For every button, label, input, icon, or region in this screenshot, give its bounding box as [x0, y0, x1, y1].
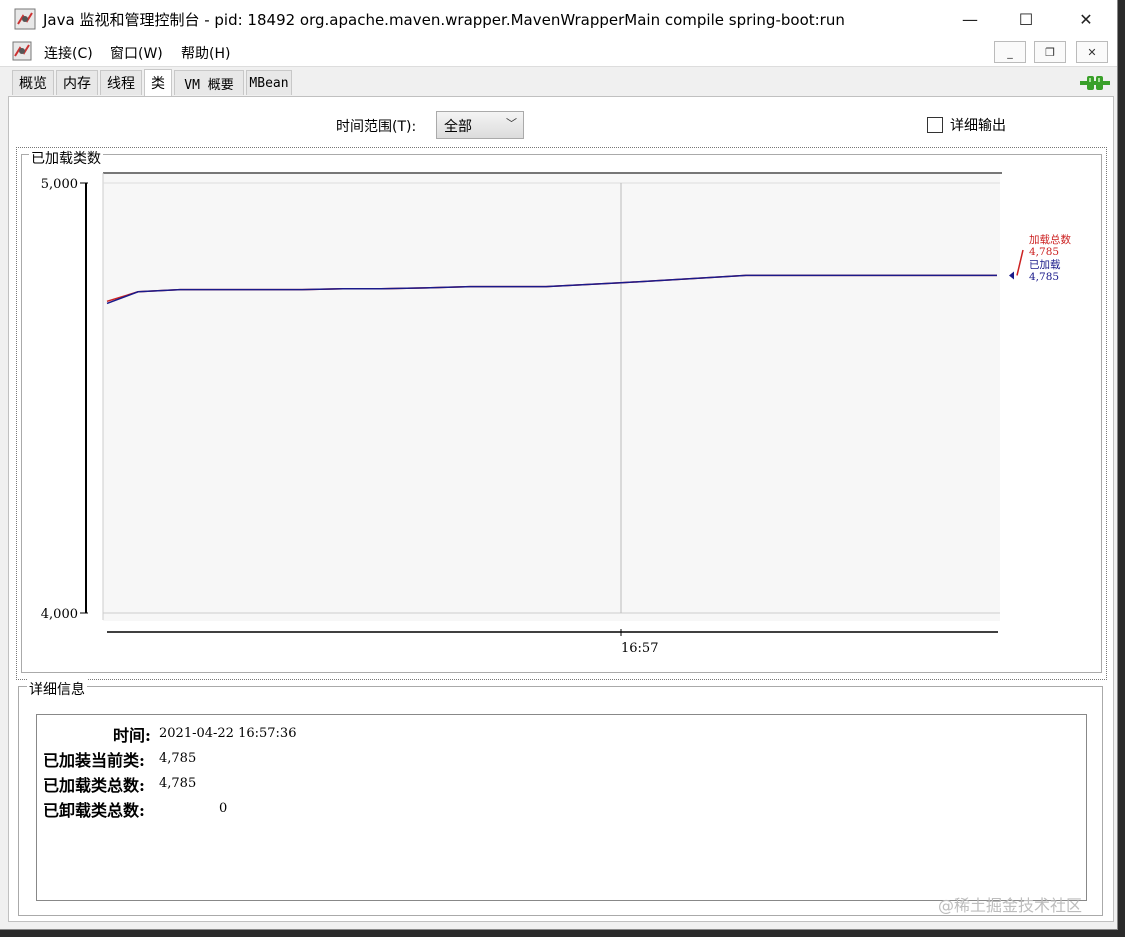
watermark: @稀土掘金技术社区: [938, 896, 1083, 915]
legend-total-loaded-name: 加载总数: [1029, 233, 1071, 246]
legend-loaded-name: 已加载: [1029, 259, 1061, 271]
background-window-bottom: [0, 930, 1125, 937]
detail-value-time: 2021-04-22 16:57:36: [159, 726, 297, 741]
detail-label-current-loaded: 已加装当前类:: [43, 751, 145, 770]
plot-area: [103, 173, 1000, 621]
legend-total-loaded-value: 4,785: [1029, 246, 1059, 258]
loaded-classes-chart: 5,0004,00016:57加载总数4,785已加载4,785: [41, 172, 1071, 656]
background-window-right: [1118, 0, 1125, 937]
legend-loaded-value: 4,785: [1029, 271, 1059, 283]
y-tick-label-min: 4,000: [41, 607, 78, 622]
detail-value-total-unloaded: 0: [219, 801, 228, 816]
x-tick-label: 16:57: [621, 641, 658, 656]
y-tick-label-max: 5,000: [41, 177, 78, 192]
details-title: 详细信息: [27, 679, 87, 699]
detail-label-time: 时间:: [113, 726, 151, 745]
jconsole-window: Java 监视和管理控制台 - pid: 18492 org.apache.ma…: [0, 0, 1118, 930]
details-box: [36, 714, 1087, 901]
detail-value-total-loaded: 4,785: [159, 776, 197, 791]
detail-label-total-loaded: 已加载类总数:: [43, 776, 145, 795]
detail-label-total-unloaded: 已卸载类总数:: [43, 801, 145, 820]
detail-value-current-loaded: 4,785: [159, 751, 197, 766]
current-value-marker: [1009, 271, 1014, 280]
legend-leader-total: [1016, 249, 1024, 276]
